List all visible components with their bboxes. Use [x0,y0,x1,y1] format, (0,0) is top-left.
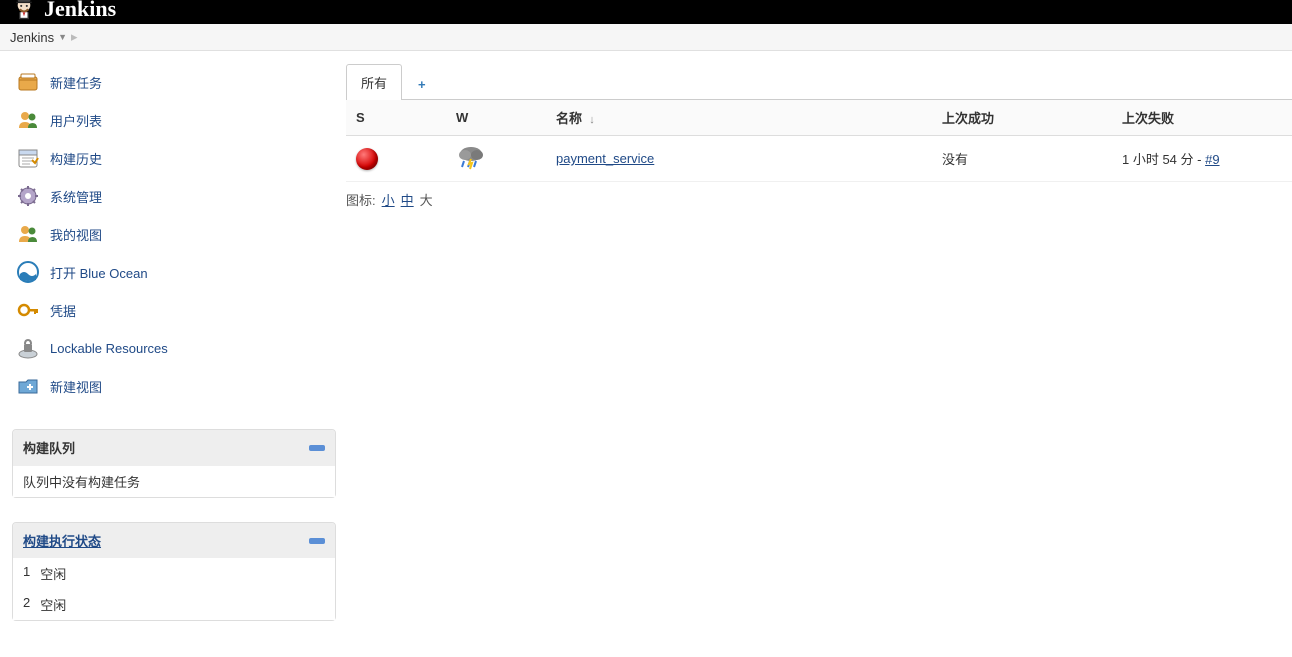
task-new-item[interactable]: 新建任务 [12,63,336,101]
task-label[interactable]: 新建任务 [50,73,102,92]
breadcrumb-jenkins[interactable]: Jenkins [10,30,54,45]
lock-resources-icon [16,336,40,360]
build-queue-empty: 队列中没有构建任务 [13,465,335,497]
last-failure-cell: 1 小时 54 分 - #9 [1112,136,1292,182]
jenkins-logo[interactable]: Jenkins [10,0,116,22]
executors-pane: 构建执行状态 1 空闲 2 空闲 [12,522,336,621]
blue-ocean-icon [16,260,40,284]
job-link[interactable]: payment_service [556,151,654,166]
executor-row: 1 空闲 [13,558,335,589]
people-icon [16,108,40,132]
weather-storm-icon [456,158,486,173]
task-label[interactable]: 用户列表 [50,111,102,130]
icon-size-small[interactable]: 小 [382,190,395,209]
breadcrumb-bar: Jenkins ▼ ▸ [0,24,1292,51]
task-build-history[interactable]: 构建历史 [12,139,336,177]
breadcrumb-separator-icon: ▸ [71,29,78,45]
executor-number: 2 [23,595,30,614]
gear-icon [16,184,40,208]
task-blue-ocean[interactable]: 打开 Blue Ocean [12,253,336,291]
task-manage[interactable]: 系统管理 [12,177,336,215]
executor-number: 1 [23,564,30,583]
credentials-icon [16,298,40,322]
executor-status: 空闲 [40,564,66,583]
new-item-icon [16,70,40,94]
last-success-cell: 没有 [932,136,1112,182]
task-label[interactable]: 我的视图 [50,225,102,244]
build-history-icon [16,146,40,170]
main-panel: 所有 + S W 名称 ↓ 上次成功 上次失败 [340,51,1292,657]
col-name[interactable]: 名称 ↓ [546,100,932,136]
new-view-icon [16,374,40,398]
task-label[interactable]: 打开 Blue Ocean [50,263,148,282]
view-tabs: 所有 + [346,63,1292,100]
table-row: payment_service 没有 1 小时 54 分 - #9 [346,136,1292,182]
icon-size-label: 图标: [346,190,376,209]
collapse-icon[interactable] [309,538,325,544]
task-credentials[interactable]: 凭据 [12,291,336,329]
task-list: 新建任务 用户列表 构建历史 系统管理 [12,63,336,405]
col-weather[interactable]: W [446,100,546,136]
jenkins-butler-icon [10,0,38,22]
task-label[interactable]: 凭据 [50,301,76,320]
collapse-icon[interactable] [309,445,325,451]
breadcrumb-dropdown-icon[interactable]: ▼ [58,32,67,42]
task-label[interactable]: 系统管理 [50,187,102,206]
side-panel: 新建任务 用户列表 构建历史 系统管理 [0,51,340,657]
logo-text: Jenkins [44,0,116,22]
my-views-icon [16,222,40,246]
tab-new-view[interactable]: + [404,69,440,100]
task-label[interactable]: Lockable Resources [50,341,168,356]
task-label[interactable]: 构建历史 [50,149,102,168]
executor-status: 空闲 [40,595,66,614]
task-new-view[interactable]: 新建视图 [12,367,336,405]
col-last-success[interactable]: 上次成功 [932,100,1112,136]
status-ball-red-icon [356,148,378,170]
task-label[interactable]: 新建视图 [50,377,102,396]
task-people[interactable]: 用户列表 [12,101,336,139]
task-lockable[interactable]: Lockable Resources [12,329,336,367]
icon-size-row: 图标: 小 中 大 [340,182,1292,217]
top-header: Jenkins [0,0,1292,24]
executors-title-link[interactable]: 构建执行状态 [23,531,101,550]
tab-all[interactable]: 所有 [346,64,402,100]
icon-size-large: 大 [420,190,433,209]
col-last-failure[interactable]: 上次失败 [1112,100,1292,136]
build-queue-pane: 构建队列 队列中没有构建任务 [12,429,336,498]
projects-table: S W 名称 ↓ 上次成功 上次失败 [346,100,1292,182]
build-link[interactable]: #9 [1205,152,1219,167]
build-queue-title: 构建队列 [23,438,75,457]
executor-row: 2 空闲 [13,589,335,620]
icon-size-medium[interactable]: 中 [401,190,414,209]
sort-arrow-icon: ↓ [589,114,595,126]
task-my-views[interactable]: 我的视图 [12,215,336,253]
col-status[interactable]: S [346,100,446,136]
